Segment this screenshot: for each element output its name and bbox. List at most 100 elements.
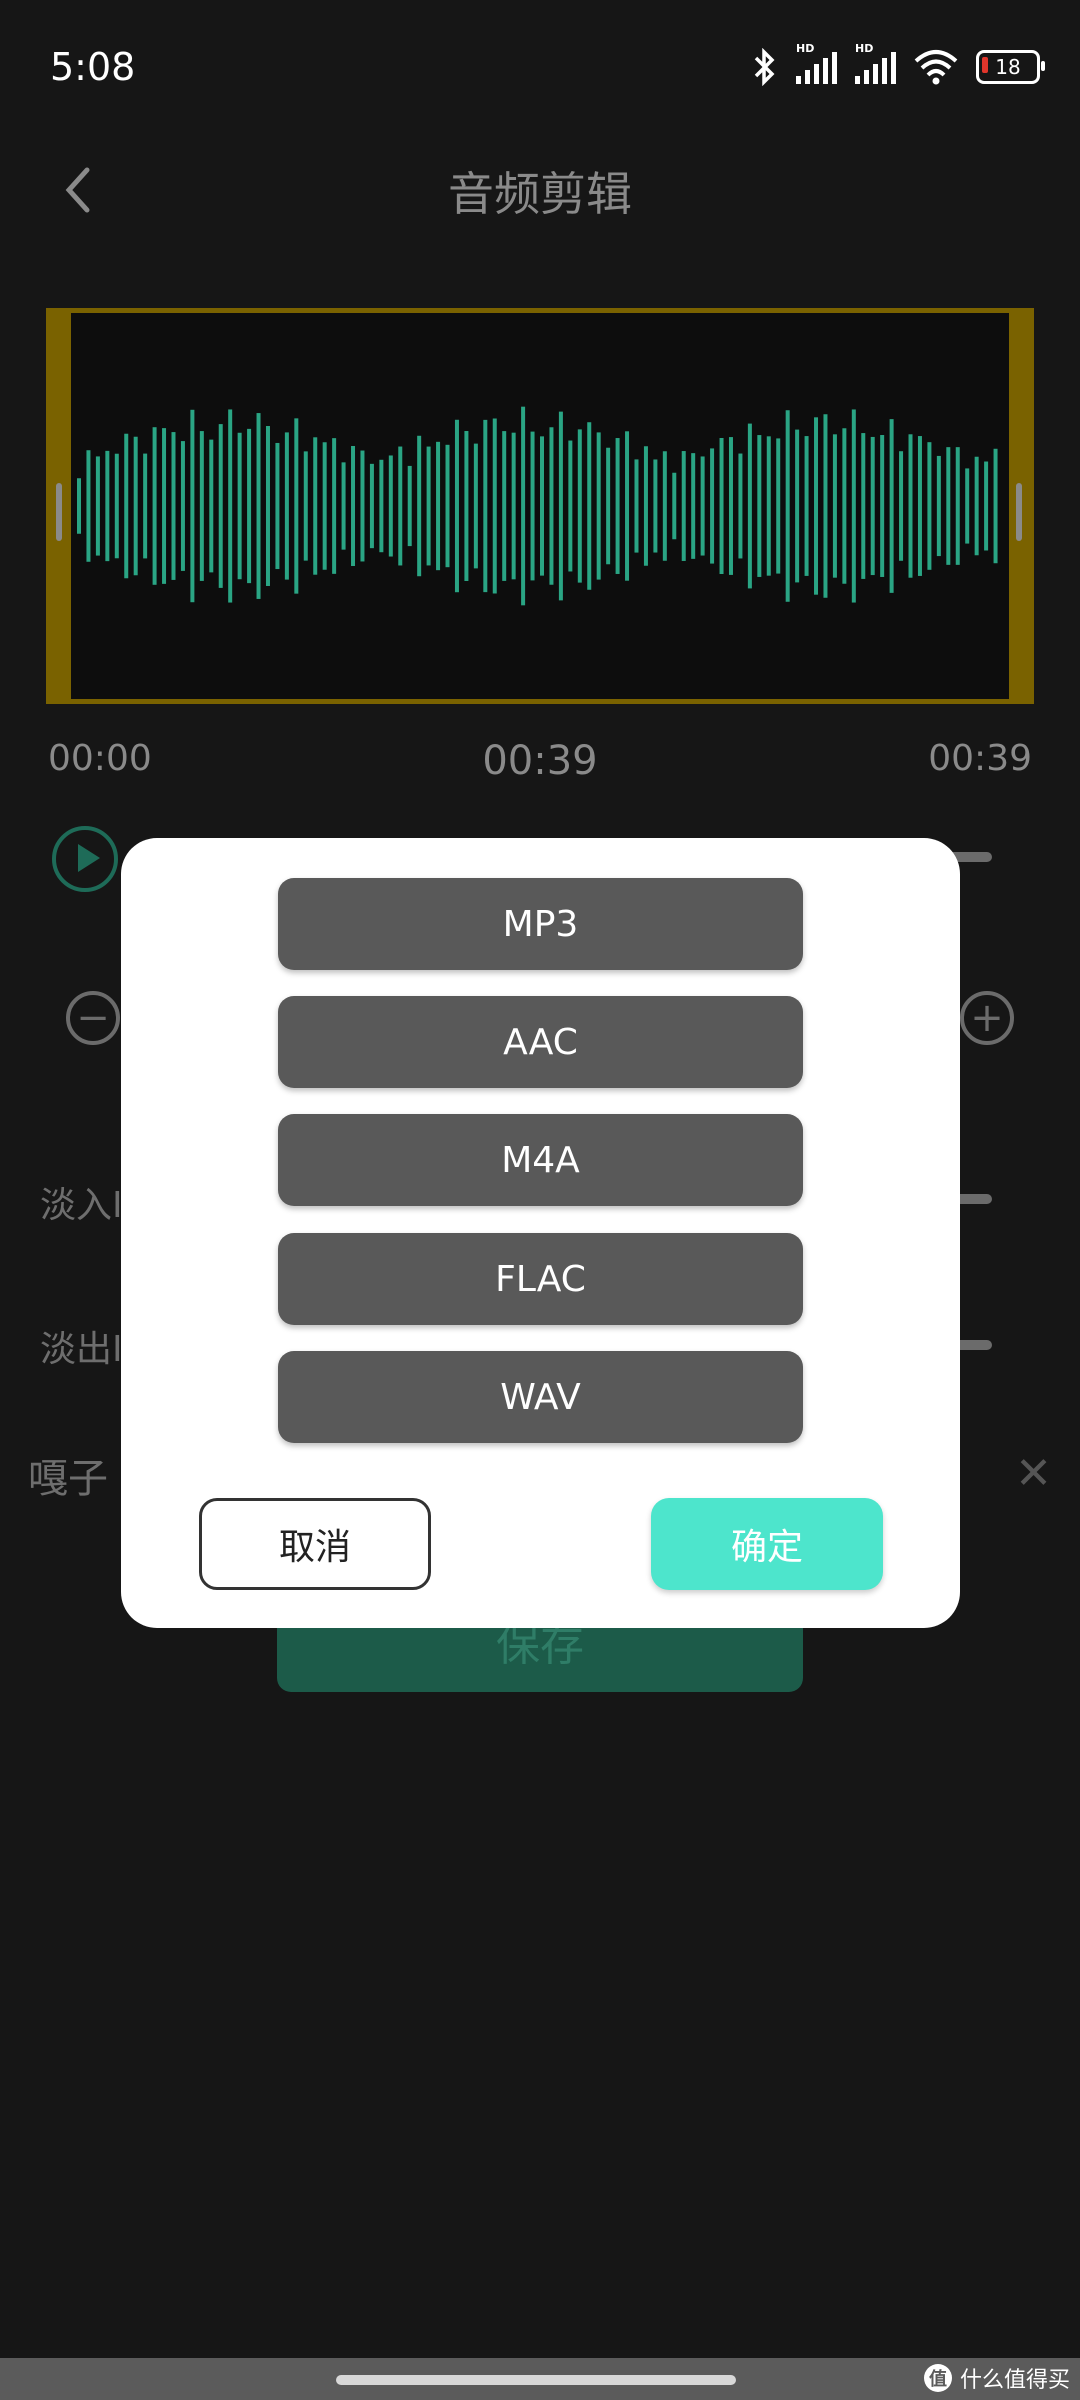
waveform-bar [133,436,138,576]
waveform-bar [984,461,989,551]
waveform-bar [369,463,374,549]
status-icons: HD HD 18 [752,42,1045,86]
waveform-bar [691,453,696,559]
waveform-bar [228,409,233,603]
waveform-bar [180,441,185,571]
waveform-bar [880,435,885,577]
waveform-bar [152,427,157,585]
format-option-aac[interactable]: AAC [278,996,803,1088]
wifi-icon [914,50,958,85]
waveform-bar [728,437,733,575]
waveform-bar [209,439,214,573]
home-indicator[interactable] [336,2375,736,2385]
watermark-logo-icon: 值 [923,2364,952,2392]
signal-icon: HD [855,42,896,84]
waveform-bar [842,428,847,584]
waveform-bar [284,432,289,580]
waveform-bar [851,409,856,603]
waveform-bar [615,438,620,574]
waveform-bar [521,406,526,606]
waveform-bar [171,432,176,580]
waveform-bar [596,432,601,580]
page-title: 音频剪辑 [448,167,632,221]
file-name: 嘎子 [28,1456,108,1502]
waveform-bar [162,428,167,584]
format-option-mp3[interactable]: MP3 [278,878,803,970]
waveform-bar [199,431,204,581]
fade-out-label: 淡出I [40,1329,123,1370]
status-time: 5:08 [50,45,136,89]
trim-end-handle[interactable] [1009,313,1031,699]
waveform-bar [398,446,403,566]
waveform-bar [927,442,932,570]
waveform-bar [256,413,261,599]
header: 音频剪辑 [0,130,1080,250]
cancel-button[interactable]: 取消 [199,1498,431,1590]
waveform-bar [776,438,781,574]
waveform-bar [190,409,195,603]
battery-icon: 18 [976,50,1045,84]
waveform-bar [672,472,677,540]
waveform-bar [832,434,837,578]
trim-start-handle[interactable] [49,313,71,699]
waveform-bar [917,436,922,576]
waveform-bar [114,453,119,559]
waveform-bar [483,419,488,593]
waveform-bar [454,419,459,593]
waveform-bar [303,451,308,561]
waveform-bar [757,435,762,577]
waveform-bar [681,451,686,561]
waveform-bar [426,446,431,566]
plus-icon[interactable]: + [960,991,1014,1045]
waveform-bar [766,436,771,576]
waveform-bar [322,442,327,570]
waveform-bar [558,411,563,601]
waveform-bar [974,456,979,556]
waveform-bar [436,441,441,571]
waveform-bar [700,456,705,556]
waveform-bar [530,431,535,581]
format-option-m4a[interactable]: M4A [278,1114,803,1206]
waveform-bar [719,437,724,575]
format-option-wav[interactable]: WAV [278,1351,803,1443]
waveform-bar [313,437,318,575]
close-icon[interactable]: ✕ [1015,1448,1052,1499]
waveform-bar [643,446,648,566]
waveform-bar [870,436,875,576]
waveform-bar [955,447,960,565]
play-button[interactable] [52,826,118,892]
status-bar: 5:08 HD HD 18 [0,0,1080,130]
minus-icon[interactable]: − [66,991,120,1045]
format-option-flac[interactable]: FLAC [278,1233,803,1325]
waveform-trim-area[interactable] [46,308,1034,704]
format-dialog: MP3 AAC M4A FLAC WAV 取消 确定 [121,838,960,1628]
waveform-bar [379,459,384,553]
watermark: 值 什么值得买 [923,2362,1070,2394]
fade-in-label: 淡入I [40,1185,123,1226]
waveform-bar [77,478,81,534]
confirm-button[interactable]: 确定 [651,1498,883,1590]
waveform-bar [965,468,970,544]
waveform-bar [936,455,941,557]
waveform-bar [568,440,573,572]
waveform-bar [502,431,507,581]
waveform-bar [710,448,715,564]
waveform-bar [124,433,129,579]
waveform-bar [464,431,469,581]
waveform-bar [294,418,299,594]
waveform-bar [388,455,393,557]
waveform-bar [577,429,582,583]
waveform-bar [218,424,223,588]
current-time: 00:39 [482,738,598,784]
end-time: 00:39 [928,738,1032,779]
waveform-bar [993,448,998,564]
waveform-bar [95,456,100,556]
waveform-bar [899,451,904,561]
waveform-bar [275,442,280,570]
waveform-bar [341,462,346,550]
waveform-bar [662,451,667,561]
waveform-bar [625,431,630,581]
waveform-bar [908,434,913,578]
waveform-bar [823,414,828,598]
waveform-bar [795,429,800,583]
